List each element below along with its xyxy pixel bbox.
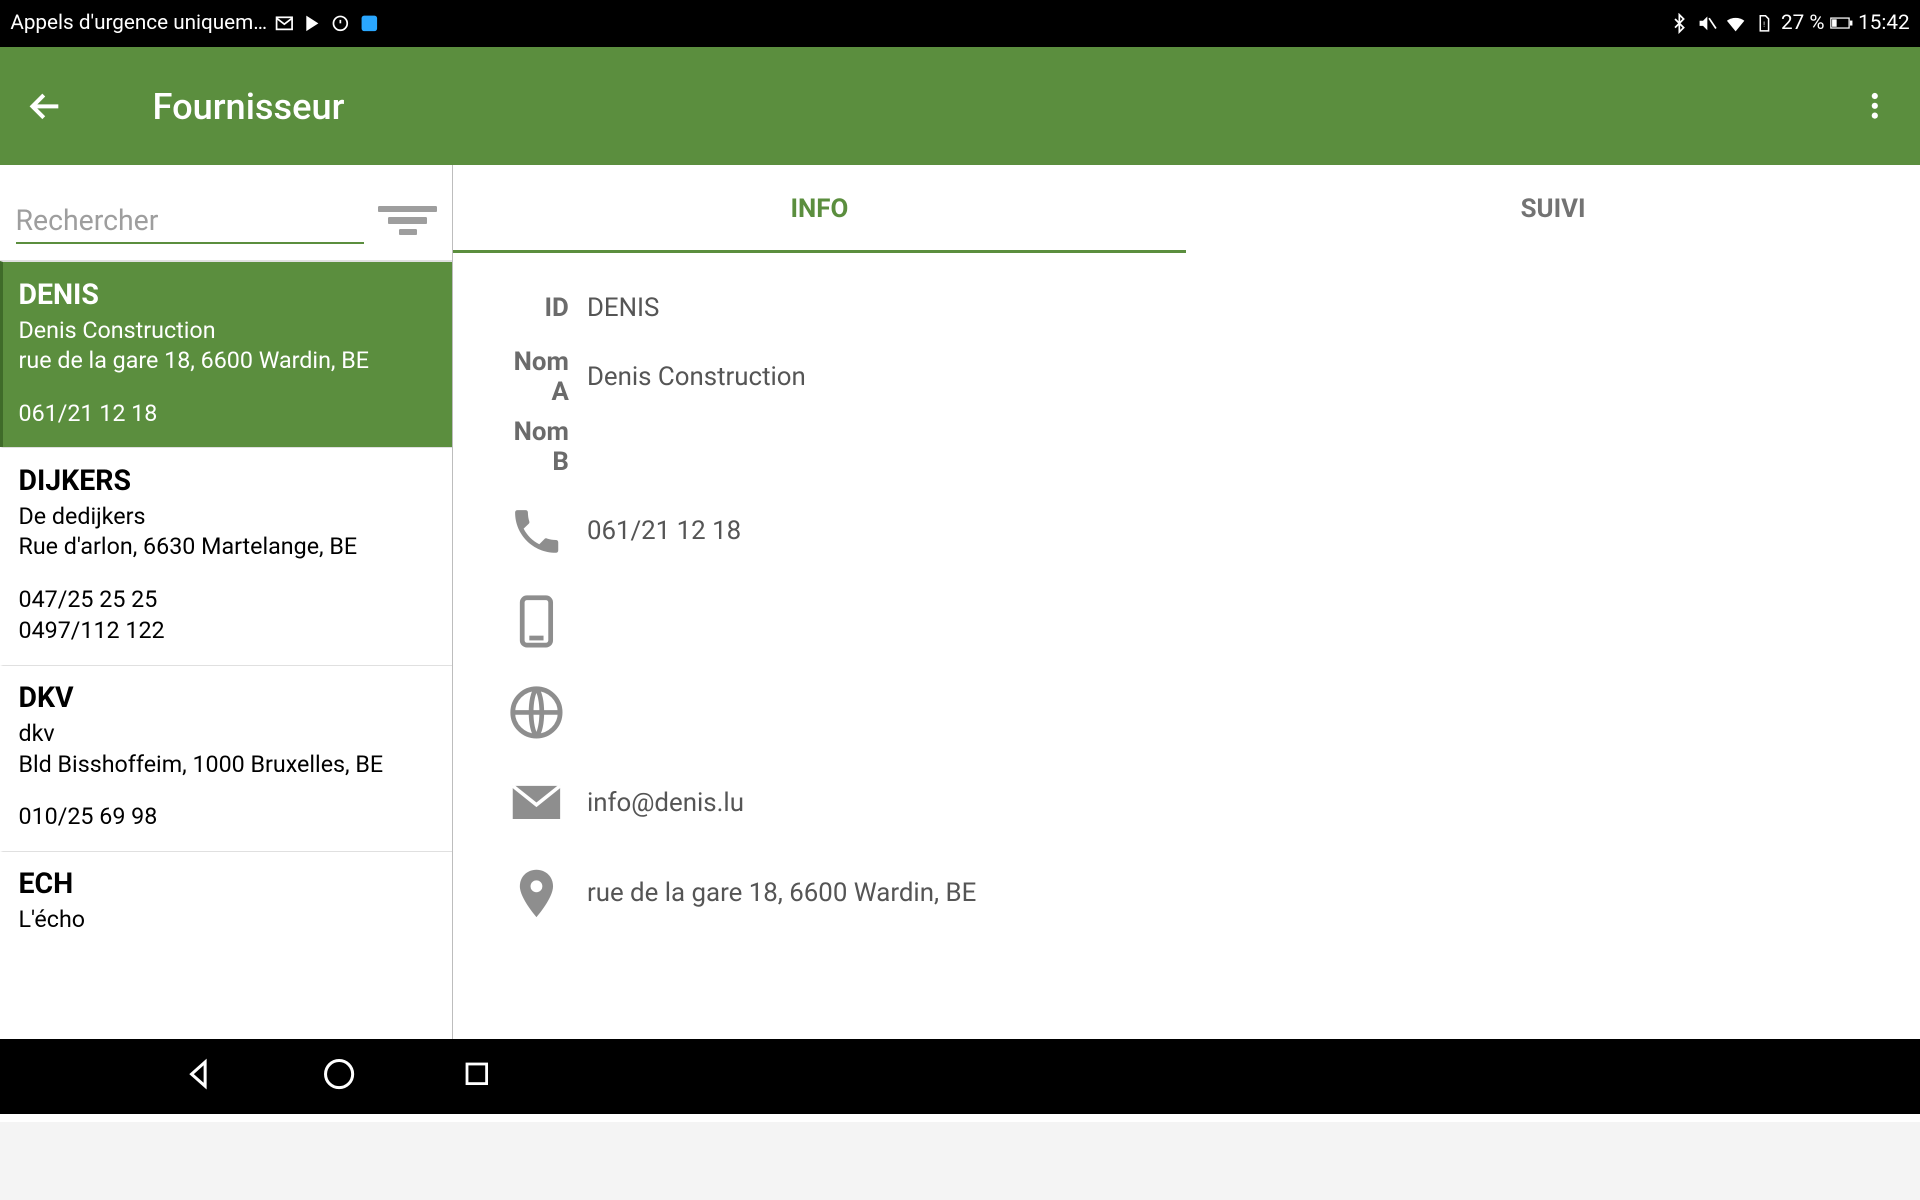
detail-tabs: INFO SUIVI [453,165,1920,253]
mute-icon [1696,12,1719,35]
back-button[interactable] [0,47,91,166]
list-item-phone: 061/21 12 18 [19,398,437,429]
app-notification-icon [358,12,381,35]
svg-text:!: ! [1763,20,1765,29]
list-item[interactable]: DIJKERS De dedijkers Rue d'arlon, 6630 M… [0,447,452,664]
list-item-name: L'écho [19,905,437,933]
list-item[interactable]: ECH L'écho [0,851,452,952]
gmail-icon [272,12,295,35]
list-item-id: DIJKERS [19,464,437,497]
android-nav-bar [0,1039,1920,1114]
location-icon[interactable] [491,865,582,922]
supplier-list-panel: DENIS Denis Construction rue de la gare … [0,165,453,1039]
phone-icon[interactable] [491,503,582,560]
value-address: rue de la gare 18, 6600 Wardin, BE [582,878,976,908]
list-item-name: Denis Construction [19,316,437,344]
email-icon[interactable] [491,774,582,831]
supplier-list[interactable]: DENIS Denis Construction rue de la gare … [0,261,452,1039]
list-item-phone: 047/25 25 25 [19,584,437,615]
list-item-name: dkv [19,719,437,747]
sync-icon [329,12,352,35]
overflow-menu-button[interactable] [1829,47,1920,166]
list-item-address: rue de la gare 18, 6600 Wardin, BE [19,346,437,374]
list-item-id: DENIS [19,278,437,311]
search-field-wrapper[interactable] [16,197,364,244]
list-item-id: DKV [19,681,437,714]
value-nom-a: Denis Construction [582,362,806,392]
wifi-icon [1724,12,1747,35]
sim-icon: ! [1753,12,1776,35]
bluetooth-icon [1667,12,1690,35]
label-id: ID [491,293,582,323]
value-phone: 061/21 12 18 [582,516,741,546]
play-store-icon [301,12,324,35]
nav-recents-button[interactable] [460,1057,494,1097]
filter-button[interactable] [377,192,439,249]
list-item-address: Rue d'arlon, 6630 Martelange, BE [19,532,437,560]
list-item-id: ECH [19,867,437,900]
list-item-address: Bld Bisshoffeim, 1000 Bruxelles, BE [19,750,437,778]
tab-info[interactable]: INFO [453,165,1187,253]
mobile-icon[interactable] [491,593,582,650]
list-item-name: De dedijkers [19,502,437,530]
globe-icon[interactable] [491,684,582,741]
search-input[interactable] [16,204,364,242]
page-title: Fournisseur [91,85,345,128]
tab-suivi[interactable]: SUIVI [1186,165,1920,253]
app-bar: Fournisseur [0,47,1920,166]
nav-home-button[interactable] [321,1056,357,1098]
list-item-phone: 010/25 69 98 [19,801,437,832]
battery-icon [1830,12,1853,35]
list-item[interactable]: DKV dkv Bld Bisshoffeim, 1000 Bruxelles,… [0,665,452,851]
label-nom-a: Nom A [491,347,582,407]
value-email: info@denis.lu [582,788,744,818]
label-nom-b: Nom B [491,417,582,477]
list-item[interactable]: DENIS Denis Construction rue de la gare … [0,261,452,447]
nav-back-button[interactable] [181,1056,217,1098]
list-item-phone: 0497/112 122 [19,615,437,646]
value-id: DENIS [582,293,660,323]
